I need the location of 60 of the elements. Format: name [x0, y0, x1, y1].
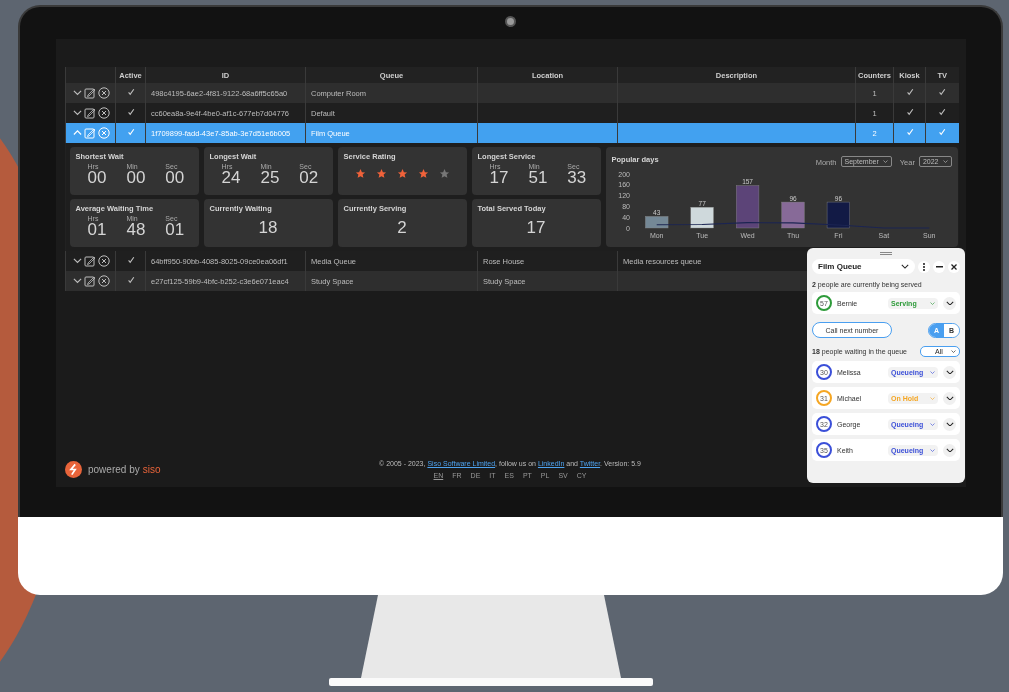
edit-icon[interactable] [84, 107, 96, 119]
time-value: 24 [221, 170, 241, 186]
time-value: 00 [87, 170, 107, 186]
chart-bar [780, 201, 805, 229]
chevron-icon[interactable] [73, 110, 82, 116]
logo-icon [65, 460, 82, 478]
expand-icon[interactable] [945, 395, 954, 401]
chevron-icon[interactable] [73, 90, 82, 96]
time-value: 01 [165, 222, 185, 238]
stat-value: 18 [258, 219, 278, 236]
queue-select[interactable]: Film Queue [812, 259, 915, 274]
star-icon [438, 168, 450, 179]
expand-icon[interactable] [945, 369, 954, 375]
caret-icon [930, 396, 935, 400]
expand-icon[interactable] [945, 421, 954, 427]
close-icon[interactable] [948, 260, 960, 273]
time-value: 33 [567, 170, 587, 186]
caret-icon [942, 159, 948, 163]
caret-icon [882, 159, 888, 163]
expand-icon[interactable] [945, 447, 954, 453]
star-icon [354, 168, 366, 179]
chart-bar [644, 216, 668, 229]
delete-icon[interactable] [98, 107, 110, 119]
edit-icon[interactable] [84, 255, 96, 267]
time-value: 25 [260, 170, 280, 186]
time-value: 01 [87, 222, 107, 238]
stat-value: 17 [526, 219, 546, 236]
time-value: 02 [299, 170, 319, 186]
edit-icon[interactable] [84, 87, 96, 99]
time-value: 00 [126, 170, 146, 186]
star-icon [417, 168, 429, 179]
chart-bar [690, 207, 714, 229]
chart-bar [735, 185, 759, 229]
delete-icon[interactable] [98, 275, 110, 287]
caret-icon [930, 448, 935, 452]
star-icon [375, 168, 387, 179]
expand-icon[interactable] [945, 300, 954, 306]
delete-icon[interactable] [98, 87, 110, 99]
minimize-icon[interactable] [933, 260, 945, 273]
more-icon[interactable] [918, 260, 930, 273]
edit-icon[interactable] [84, 275, 96, 287]
brand-text: powered by [88, 463, 140, 475]
time-value: 48 [126, 222, 146, 238]
chart-bar [826, 201, 850, 229]
camera-icon [505, 16, 516, 27]
chevron-icon[interactable] [73, 258, 82, 264]
stat-value: 2 [397, 219, 407, 236]
time-value: 17 [489, 170, 509, 186]
brand-name: siso [142, 463, 161, 475]
caret-icon [901, 264, 909, 269]
caret-icon [930, 301, 935, 305]
chevron-icon[interactable] [73, 278, 82, 284]
drag-handle[interactable] [880, 252, 892, 255]
caret-icon [951, 350, 956, 353]
caret-icon [930, 422, 935, 426]
time-value: 00 [165, 170, 185, 186]
delete-icon[interactable] [98, 255, 110, 267]
caret-icon [930, 370, 935, 374]
star-icon [396, 168, 408, 179]
time-value: 51 [528, 170, 548, 186]
